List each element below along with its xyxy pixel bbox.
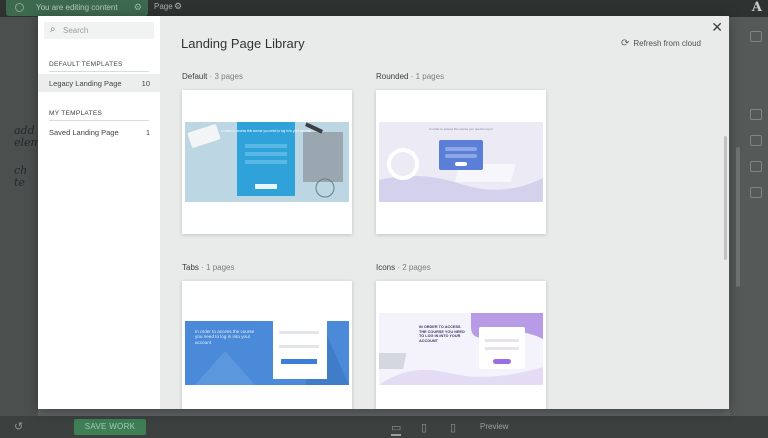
editing-status-text: You are editing content [36,3,118,12]
status-dot-icon [15,3,24,12]
editor-bottombar: ↺ SAVE WORK ▭ ▯ ▯ Preview [0,416,768,438]
page-tab[interactable]: Page [154,2,173,11]
card-page-count: 2 pages [402,263,431,272]
modal-scrollbar[interactable] [724,136,727,260]
card-name: Tabs [182,263,199,272]
page-settings-icon[interactable]: ⚙ [174,1,182,12]
preview-button[interactable]: Preview [480,422,508,431]
template-item-label: Saved Landing Page [49,128,119,137]
tablet-view-icon[interactable]: ▯ [421,421,427,434]
template-card-tabs[interactable]: In order to access the course you need t… [182,281,352,409]
template-item-saved[interactable]: Saved Landing Page 1 [38,123,160,141]
library-main: Landing Page Library ⟳ Refresh from cloud… [160,16,729,409]
card-name: Icons [376,263,396,272]
template-sidebar: ⌕ DEFAULT TEMPLATES Legacy Landing Page … [38,16,160,409]
refresh-icon: ⟳ [621,38,630,49]
template-item-legacy[interactable]: Legacy Landing Page 10 [38,74,160,92]
tabs-template-thumbnail: In order to access the course you need t… [185,321,349,385]
card-title-default: Default · 3 pages [182,72,243,81]
default-template-thumbnail: In order to access this course you need … [185,122,349,202]
search-box: ⌕ [44,22,154,39]
card-title-rounded: Rounded · 1 pages [376,72,445,81]
mobile-view-icon[interactable]: ▯ [450,421,456,434]
template-card-default[interactable]: In order to access this course you need … [182,90,352,234]
close-icon[interactable]: ✕ [711,19,723,36]
thumbnail-text: In order to access this course you need … [429,127,493,131]
default-templates-heading: DEFAULT TEMPLATES [49,61,123,68]
rounded-template-thumbnail: In order to access this course you need … [379,122,543,202]
settings-icon[interactable] [750,135,762,146]
template-card-icons[interactable]: IN ORDER TO ACCESS THE COURSE YOU NEED T… [376,281,546,409]
sidebar-note: te [14,176,25,189]
template-item-count: 10 [141,79,150,88]
card-name: Default [182,72,208,81]
landing-page-library-modal: ⌕ DEFAULT TEMPLATES Legacy Landing Page … [38,16,729,409]
code-icon[interactable] [750,187,762,198]
search-input[interactable] [63,24,149,37]
desktop-view-icon[interactable]: ▭ [391,421,402,436]
editor-left-panel: add eleme ch te [0,17,47,416]
thumbnail-text: IN ORDER TO ACCESS THE COURSE YOU NEED T… [419,325,465,343]
layout-icon[interactable] [750,31,762,42]
editor-scrollbar[interactable] [736,147,740,287]
thumbnail-text: In order to access this course you need … [221,129,311,133]
save-work-button[interactable]: SAVE WORK [74,419,146,435]
modal-title: Landing Page Library [181,36,305,51]
undo-icon[interactable]: ↺ [14,420,23,433]
sidebar-note: add [14,124,35,137]
editor-topbar: You are editing content ⚙ Page ⚙ A [0,0,768,17]
editing-status-pill[interactable]: You are editing content ⚙ [6,0,148,16]
template-card-rounded[interactable]: In order to access this course you need … [376,90,546,234]
history-icon[interactable] [750,161,762,172]
my-templates-heading: MY TEMPLATES [49,110,103,117]
sidebar-note: ch [14,164,28,177]
refresh-label: Refresh from cloud [633,39,701,48]
gear-icon[interactable]: ⚙ [134,2,142,13]
card-page-count: 1 pages [415,72,445,81]
editor-right-rail [730,17,768,416]
search-icon: ⌕ [50,24,56,35]
divider [49,120,149,121]
icons-template-thumbnail: IN ORDER TO ACCESS THE COURSE YOU NEED T… [379,313,543,385]
element-icon[interactable] [750,109,762,120]
card-title-tabs: Tabs · 1 pages [182,263,235,272]
template-item-count: 1 [145,128,150,137]
card-name: Rounded [376,72,409,81]
card-page-count: 3 pages [214,72,243,81]
card-title-icons: Icons · 2 pages [376,263,431,272]
card-page-count: 1 pages [206,263,235,272]
thumbnail-text: In order to access the course you need t… [195,329,255,345]
brand-logo: A [751,0,762,15]
template-item-label: Legacy Landing Page [49,79,122,88]
refresh-from-cloud-button[interactable]: ⟳ Refresh from cloud [621,38,701,49]
divider [49,71,149,72]
